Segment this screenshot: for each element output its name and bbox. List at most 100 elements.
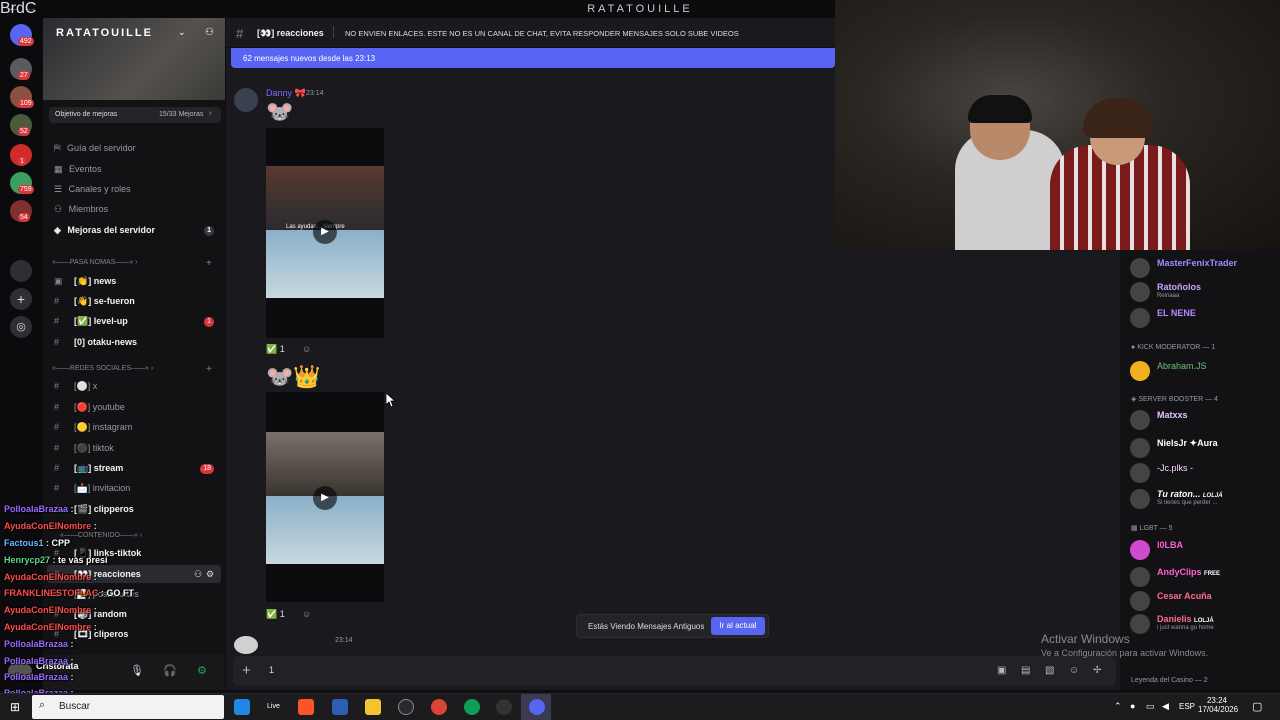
boost-goal-bar[interactable]: Objetivo de mejoras 15/33 Mejoras ›: [49, 107, 221, 123]
headphones-icon[interactable]: 🎧: [163, 664, 177, 677]
chrome-icon[interactable]: [464, 699, 480, 715]
channel-instagram[interactable]: # [🟡] instagram: [54, 422, 218, 438]
boost-icon: ◈: [54, 225, 64, 235]
add-server-icon[interactable]: +: [10, 288, 32, 310]
live-app-label[interactable]: Live: [267, 703, 280, 710]
gear-icon[interactable]: ⚙: [197, 664, 207, 677]
channel-news[interactable]: ▣ [👏] news: [54, 276, 218, 292]
message-composer[interactable]: + 1 ▣ ▤ ▧ ☺ ✢: [233, 656, 1116, 686]
system-clock[interactable]: 23:24 17/04/2026: [1198, 696, 1238, 714]
member-item[interactable]: EL NENE: [1130, 306, 1278, 328]
play-icon[interactable]: ▶: [313, 486, 337, 510]
discord-icon[interactable]: [529, 699, 545, 715]
channel-name: reacciones: [276, 28, 324, 38]
unread-badge: 1: [18, 157, 26, 166]
server-folder-label[interactable]: BrdC: [0, 0, 36, 18]
nav-server-boosts[interactable]: ◈ Mejoras del servidor 1: [54, 225, 218, 236]
nav-channels-roles[interactable]: ☰ Canales y roles: [54, 184, 131, 195]
chat-user: FRANKLINESTOFLAC: [4, 588, 99, 598]
member-item[interactable]: Matxxs: [1130, 408, 1278, 430]
nav-events[interactable]: ▦ Eventos: [54, 164, 102, 175]
folder-icon[interactable]: [365, 699, 381, 715]
member-name-text: Tu raton...: [1157, 489, 1201, 499]
avatar: [1130, 438, 1150, 458]
chevron-up-icon[interactable]: ⌃: [1114, 701, 1122, 712]
avatar[interactable]: [234, 636, 258, 654]
reaction-emoji: ✅: [266, 344, 278, 354]
category-header[interactable]: «——REDES SOCIALES——» ›: [52, 365, 153, 372]
chrome-icon[interactable]: [431, 699, 447, 715]
member-item[interactable]: l0LBA: [1130, 538, 1278, 560]
channel-x[interactable]: # [⚪] x: [54, 381, 218, 397]
person-hair: [1083, 98, 1153, 138]
microphone-icon[interactable]: 🎙: [130, 664, 144, 677]
app-icon[interactable]: [234, 699, 250, 715]
nav-members[interactable]: ⚇ Miembros: [54, 204, 108, 215]
gift-icon[interactable]: ▣: [997, 665, 1006, 676]
reaction[interactable]: ✅ 1: [266, 344, 285, 355]
add-member-icon[interactable]: ⚇: [194, 569, 202, 580]
obs-icon[interactable]: [398, 699, 414, 715]
member-item[interactable]: AndyClips FREE: [1130, 565, 1278, 587]
avatar: [1130, 591, 1150, 611]
channel-stream[interactable]: # [📺] stream 18: [54, 463, 218, 479]
windows-start-icon[interactable]: ⊞: [10, 700, 20, 714]
gif-icon[interactable]: ▤: [1021, 665, 1030, 676]
member-item[interactable]: MasterFenixTrader: [1130, 256, 1278, 278]
channel-level-up[interactable]: # [✅] level-up 1: [54, 316, 218, 332]
emoji-icon[interactable]: ☺: [1069, 665, 1079, 676]
notification-icon[interactable]: ▢: [1252, 700, 1262, 713]
add-reaction-icon[interactable]: ☺: [302, 609, 311, 619]
language-indicator[interactable]: ESP: [1179, 702, 1195, 711]
message-author[interactable]: Danny 🎀: [266, 88, 306, 99]
apps-icon[interactable]: ✢: [1093, 665, 1101, 676]
discover-icon[interactable]: ◎: [10, 316, 32, 338]
channel-name: news: [93, 276, 117, 286]
channel-otaku-news[interactable]: # [0] otaku-news: [54, 337, 218, 353]
channel-invitacion[interactable]: # [📩] invitacion: [54, 483, 218, 499]
brave-browser-icon[interactable]: [298, 699, 314, 715]
network-icon[interactable]: ▭: [1146, 701, 1155, 712]
member-item[interactable]: Abraham.JS: [1130, 359, 1278, 381]
member-item[interactable]: NielsJr ✦Aura: [1130, 436, 1278, 458]
channel-se-fueron[interactable]: # [👋] se-fueron: [54, 296, 218, 312]
server-name[interactable]: RATATOUILLE: [56, 27, 153, 39]
channel-tiktok[interactable]: # [⚫] tiktok: [54, 443, 218, 459]
member-item[interactable]: -Jc.plks -: [1130, 461, 1278, 483]
add-channel-icon[interactable]: +: [206, 258, 212, 269]
jump-to-present-button[interactable]: Ir al actual: [711, 617, 765, 635]
microphone-icon[interactable]: ●: [1130, 701, 1135, 711]
member-item[interactable]: Tu raton... LOLJÁ Si tienes que perder ..…: [1130, 487, 1278, 509]
channel-topic[interactable]: NO ENVIEN ENLACES. ESTE NO ES UN CANAL D…: [345, 29, 739, 38]
new-messages-bar[interactable]: 62 mensajes nuevos desde las 23:13: [231, 48, 835, 68]
gear-icon[interactable]: ⚙: [206, 569, 214, 580]
category-header[interactable]: «——PASA NOMAS——» ›: [52, 259, 137, 266]
taskbar-search[interactable]: ⌕ Buscar: [32, 695, 224, 719]
add-channel-icon[interactable]: +: [206, 364, 212, 375]
channel-name: invitacion: [92, 483, 131, 493]
video-attachment[interactable]: ▶: [266, 392, 384, 602]
message-input[interactable]: 1: [269, 665, 274, 675]
channel-clipperos[interactable]: # [🎬] clipperos: [54, 504, 218, 520]
media-player-icon[interactable]: [496, 699, 512, 715]
add-member-icon[interactable]: ⚇: [205, 27, 214, 38]
channel-youtube[interactable]: # [🔴] youtube: [54, 402, 218, 418]
webcam-feed: [835, 0, 1280, 250]
reaction[interactable]: ✅ 1: [266, 609, 285, 620]
video-attachment[interactable]: Las ayudas... siempre ▶: [266, 128, 384, 338]
volume-icon[interactable]: ◀: [1162, 701, 1169, 712]
play-icon[interactable]: ▶: [313, 220, 337, 244]
server-icon[interactable]: [10, 260, 32, 282]
sticker-icon[interactable]: ▧: [1045, 665, 1054, 676]
member-item[interactable]: Danielis LOLJÁ i just wanna go home: [1130, 612, 1278, 634]
member-item[interactable]: Cesar Acuña: [1130, 589, 1278, 611]
avatar[interactable]: [234, 88, 258, 112]
nav-server-guide[interactable]: ⛿ Guía del servidor: [54, 143, 136, 154]
app-icon[interactable]: [332, 699, 348, 715]
chevron-down-icon[interactable]: ⌄: [178, 27, 186, 38]
attach-plus-icon[interactable]: +: [242, 662, 251, 679]
member-item[interactable]: Ratoñolos Reinaaa: [1130, 280, 1278, 302]
boost-progress-text: 15/33 Mejoras: [159, 111, 204, 118]
category-header[interactable]: «——CONTENIDO——» ›: [60, 532, 142, 539]
add-reaction-icon[interactable]: ☺: [302, 344, 311, 354]
